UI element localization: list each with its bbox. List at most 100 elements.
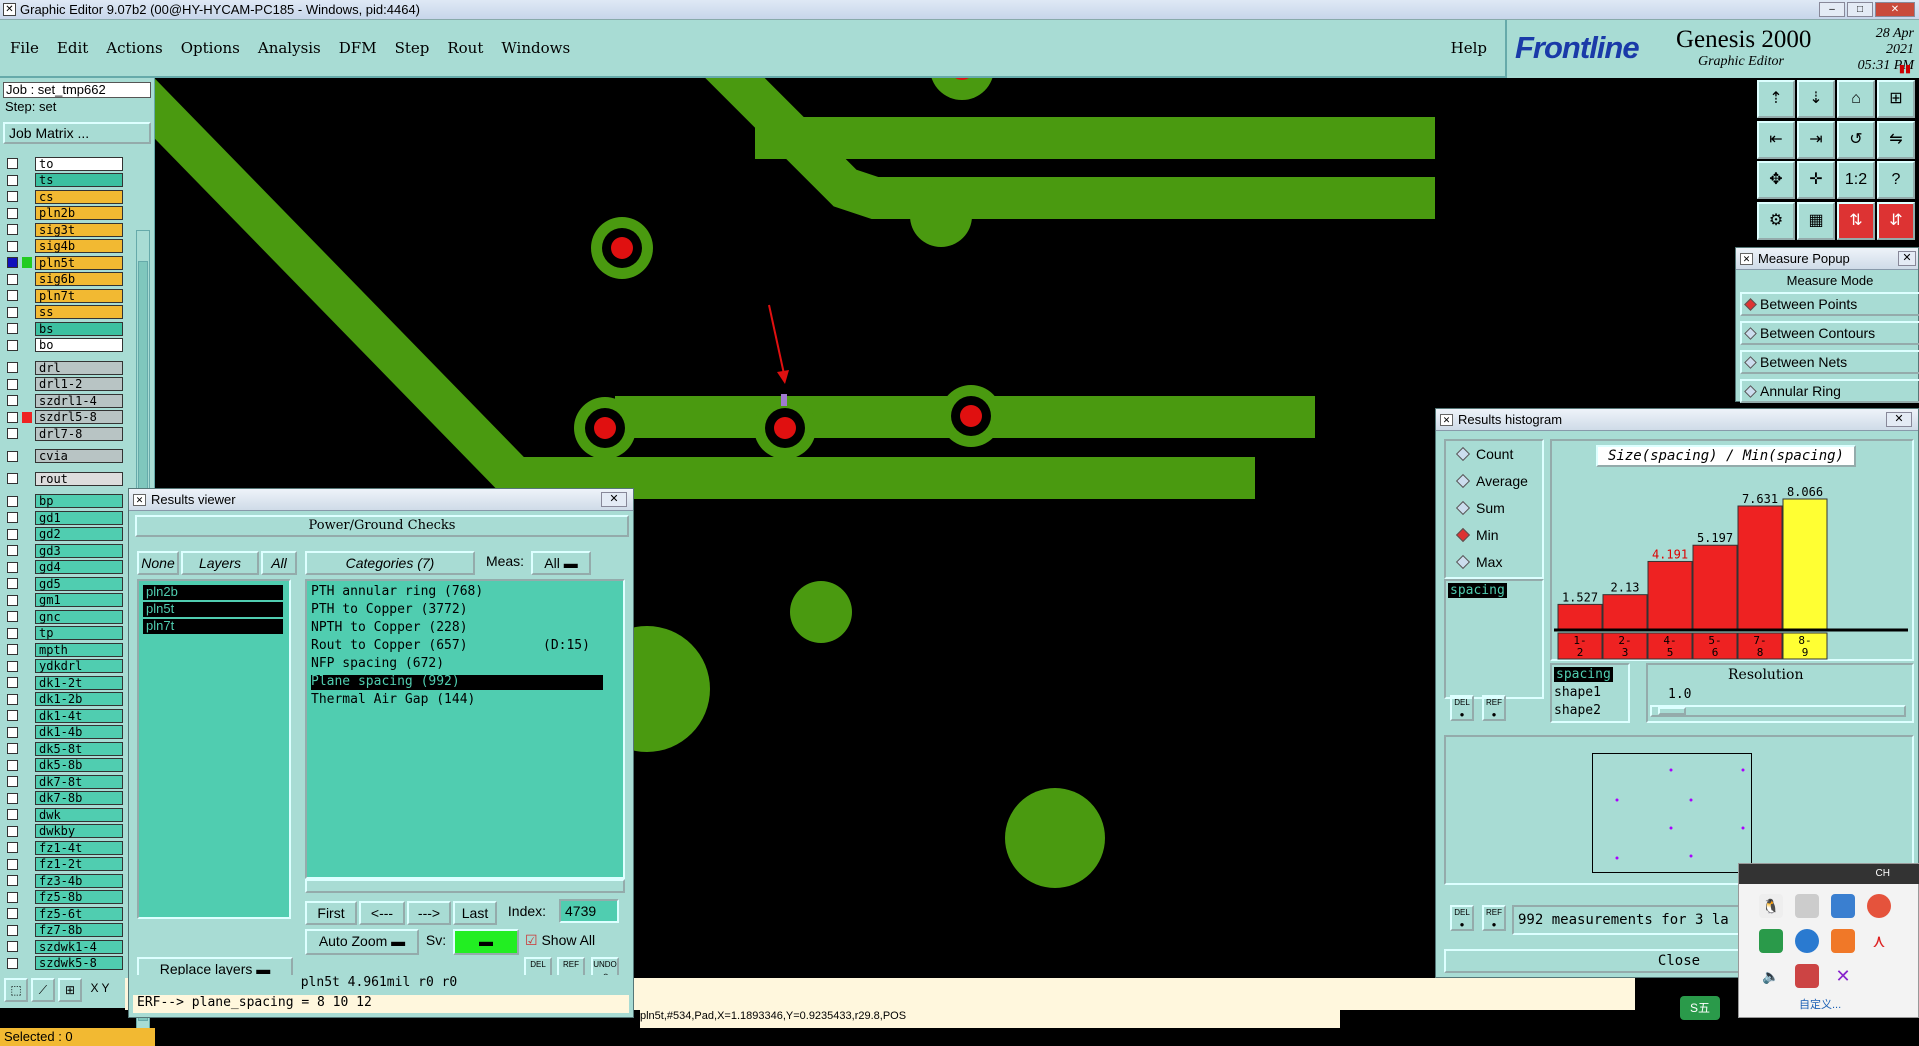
result-layer[interactable]: pln5t — [143, 602, 283, 617]
field-shape1[interactable]: shape1 — [1554, 685, 1601, 700]
layer-name[interactable]: cs — [35, 189, 123, 204]
field-shape2[interactable]: shape2 — [1554, 703, 1601, 718]
split-view-icon[interactable]: ⊞ — [1877, 80, 1915, 118]
last-button[interactable]: Last — [453, 901, 497, 925]
menu-file[interactable]: File — [10, 39, 39, 57]
layer-row-szdrl1-4[interactable]: szdrl1-4 — [3, 393, 123, 408]
layer-checkbox[interactable] — [7, 240, 18, 252]
layer-name[interactable]: drl1-2 — [35, 377, 123, 391]
measure-close-button[interactable]: ✕ — [1898, 251, 1916, 266]
layer-row-dk1-2b[interactable]: dk1-2b — [3, 692, 123, 707]
layer-down-icon[interactable]: ⇵ — [1877, 201, 1915, 240]
layer-checkbox[interactable] — [7, 693, 18, 705]
layer-name[interactable]: fz3-4b — [35, 873, 123, 888]
layer-row-ydkdrl[interactable]: ydkdrl — [3, 659, 123, 674]
layer-row-mpth[interactable]: mpth — [3, 642, 123, 657]
app-icon-5[interactable] — [1759, 929, 1783, 953]
snap-tool-icon[interactable]: ⊞ — [58, 978, 82, 1002]
layer-name[interactable]: pln7t — [35, 288, 123, 303]
category-item[interactable]: PTH annular ring (768) — [311, 585, 483, 600]
layer-name[interactable]: rout — [35, 471, 123, 486]
app-icon-3[interactable] — [1831, 894, 1855, 918]
app-icon-10[interactable]: ✕ — [1831, 964, 1855, 988]
layer-name[interactable]: dk1-2b — [35, 692, 123, 706]
layer-name[interactable]: drl — [35, 360, 123, 375]
app-icon-7[interactable] — [1831, 929, 1855, 953]
layer-row-gm1[interactable]: gm1 — [3, 593, 123, 608]
layer-row-szdwk5-8[interactable]: szdwk5-8 — [3, 956, 123, 971]
layer-checkbox[interactable] — [7, 578, 18, 589]
layer-checkbox[interactable] — [7, 512, 18, 523]
layer-row-gd1[interactable]: gd1 — [3, 510, 123, 525]
layer-row-dk1-2t[interactable]: dk1-2t — [3, 675, 123, 690]
layer-name[interactable]: gm1 — [35, 593, 123, 607]
menu-step[interactable]: Step — [395, 39, 430, 57]
menu-edit[interactable]: Edit — [57, 39, 88, 57]
layer-row-gnc[interactable]: gnc — [3, 609, 123, 624]
layer-checkbox[interactable] — [7, 825, 18, 837]
all-button[interactable]: All — [261, 551, 297, 575]
slider-handle[interactable] — [1658, 707, 1686, 715]
next-button[interactable]: ---> — [407, 901, 451, 925]
layer-name[interactable]: dk1-2t — [35, 675, 123, 690]
layer-row-ts[interactable]: ts — [3, 173, 123, 188]
layer-name[interactable]: tp — [35, 626, 123, 640]
layer-row-drl1-2[interactable]: drl1-2 — [3, 377, 123, 392]
layer-row-sig6b[interactable]: sig6b — [3, 272, 123, 287]
job-matrix-button[interactable]: Job Matrix ... — [3, 122, 151, 144]
layer-checkbox[interactable] — [7, 428, 18, 439]
layer-checkbox[interactable] — [7, 174, 18, 186]
layer-name[interactable]: sig6b — [35, 272, 123, 286]
layer-name[interactable]: gd1 — [35, 510, 123, 525]
redraw-icon[interactable]: ↺ — [1837, 120, 1875, 159]
result-layer[interactable]: pln2b — [143, 585, 283, 600]
field-list[interactable]: spacing — [1444, 579, 1544, 699]
field-item[interactable]: spacing — [1448, 583, 1507, 598]
layer-checkbox[interactable] — [7, 809, 18, 820]
layer-row-pln7t[interactable]: pln7t — [3, 288, 123, 303]
layer-checkbox[interactable] — [7, 257, 18, 268]
histogram-bar[interactable] — [1692, 544, 1738, 630]
layer-checkbox[interactable] — [7, 273, 18, 285]
none-button[interactable]: None — [137, 551, 179, 575]
layer-name[interactable]: fz1-4t — [35, 840, 123, 855]
layer-checkbox[interactable] — [7, 378, 18, 390]
minimize-button[interactable]: – — [1819, 2, 1845, 17]
layer-row-gd5[interactable]: gd5 — [3, 576, 123, 591]
hist-del-button[interactable]: DEL ● — [1450, 695, 1474, 721]
layer-checkbox[interactable] — [7, 339, 18, 351]
layer-checkbox[interactable] — [7, 891, 18, 903]
layer-row-tp[interactable]: tp — [3, 626, 123, 641]
first-button[interactable]: First — [305, 901, 357, 925]
annular-ring-option[interactable]: Annular Ring — [1740, 379, 1919, 403]
layer-row-gd2[interactable]: gd2 — [3, 527, 123, 542]
layer-name[interactable]: gd5 — [35, 576, 123, 591]
center-icon[interactable]: ✛ — [1797, 161, 1835, 199]
layer-name[interactable]: gd2 — [35, 527, 123, 541]
menu-help[interactable]: Help — [1451, 39, 1487, 57]
layer-row-dk1-4t[interactable]: dk1-4t — [3, 708, 123, 723]
histogram-bar[interactable] — [1557, 603, 1603, 630]
layer-name[interactable]: bs — [35, 321, 123, 336]
layer-name[interactable]: bo — [35, 338, 123, 352]
count-option[interactable]: Count — [1455, 443, 1513, 465]
app-icon-8[interactable]: ⋏ — [1867, 929, 1891, 953]
layer-name[interactable]: szdrl5-8 — [35, 410, 123, 424]
app-icon-2[interactable] — [1795, 894, 1819, 918]
field-spacing[interactable]: spacing — [1554, 667, 1613, 682]
ime-icon[interactable]: S五 — [1680, 996, 1720, 1020]
layer-row-cvia[interactable]: cvia — [3, 449, 123, 464]
layer-name[interactable]: dk5-8t — [35, 741, 123, 756]
layer-name[interactable]: sig4b — [35, 239, 123, 253]
fit-icon[interactable]: ✥ — [1757, 161, 1795, 199]
layer-row-bo[interactable]: bo — [3, 338, 123, 353]
swap-icon[interactable]: ⇋ — [1877, 120, 1915, 159]
layer-name[interactable]: gd3 — [35, 543, 123, 558]
results-viewer-close-button[interactable]: ✕ — [601, 492, 627, 507]
layer-name[interactable]: bp — [35, 494, 123, 508]
layer-row-fz5-6t[interactable]: fz5-6t — [3, 906, 123, 921]
layer-name[interactable]: gnc — [35, 609, 123, 624]
layer-name[interactable]: dk5-8b — [35, 758, 123, 772]
category-item-selected[interactable]: Plane spacing (992) — [311, 675, 603, 690]
menu-analysis[interactable]: Analysis — [258, 39, 321, 57]
